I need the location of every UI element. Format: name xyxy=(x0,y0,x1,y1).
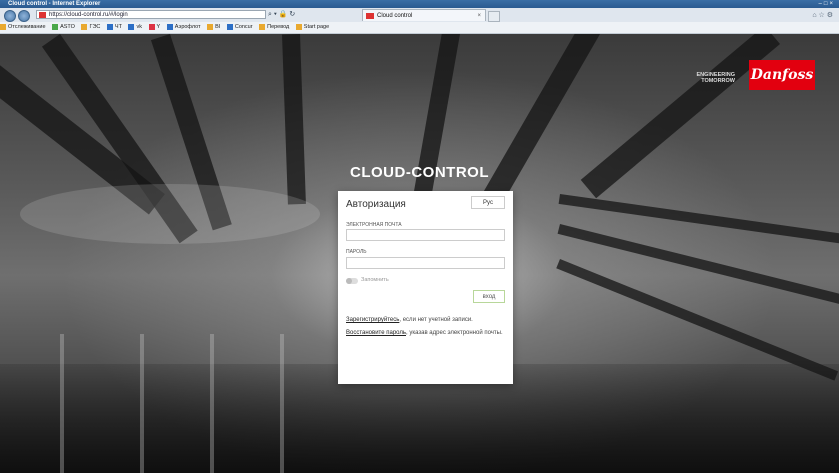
close-tab-icon[interactable]: × xyxy=(477,10,481,22)
favorites-item[interactable]: Отслеживание xyxy=(0,22,46,33)
background-post xyxy=(280,334,284,473)
favorites-item[interactable]: ГЭС xyxy=(81,22,100,33)
forward-icon[interactable] xyxy=(18,10,30,22)
danfoss-logo: Danfoss xyxy=(749,60,815,90)
browser-tab[interactable]: Cloud control × xyxy=(362,9,486,21)
favorites-item[interactable]: ЧТ xyxy=(106,22,122,33)
address-row: https://cloud-control.ru/#/login ⌕ ▾ 🔒 ↻… xyxy=(0,8,839,23)
tab-favicon-icon xyxy=(366,13,374,19)
restore-password-link[interactable]: Восстановите пароль xyxy=(346,330,406,336)
favorites-item[interactable]: Аэрофлот xyxy=(166,22,201,33)
background-beam xyxy=(411,34,460,212)
toolbar-icons[interactable]: ⌂ ☆ ⚙ xyxy=(812,11,833,19)
favorites-item[interactable]: Перевод xyxy=(259,22,289,33)
bookmark-icon xyxy=(52,23,59,30)
register-text: Зарегистрируйтесь, если нет учетной запи… xyxy=(346,317,506,324)
password-field[interactable] xyxy=(346,257,505,269)
favorites-item[interactable]: Start page xyxy=(295,22,329,33)
bookmark-icon xyxy=(106,23,113,30)
favorites-item[interactable]: ASTO xyxy=(52,22,75,33)
window-controls[interactable]: –□× xyxy=(819,0,835,8)
new-tab-button[interactable] xyxy=(488,11,500,22)
address-tools[interactable]: ⌕ ▾ 🔒 ↻ xyxy=(268,10,295,19)
favorites-item[interactable]: Y xyxy=(148,22,160,33)
address-text: https://cloud-control.ru/#/login xyxy=(49,12,128,18)
bookmark-icon xyxy=(166,23,173,30)
favicon-icon xyxy=(39,12,46,18)
tagline-line-2: TOMORROW xyxy=(701,78,735,84)
background-post xyxy=(140,334,144,473)
background-beam xyxy=(556,259,839,381)
login-card: Авторизация Рус ЭЛЕКТРОННАЯ ПОЧТА ПАРОЛЬ… xyxy=(338,191,513,384)
remember-label: Запомнить xyxy=(361,277,389,283)
bookmark-icon xyxy=(226,23,233,30)
background-post xyxy=(60,334,64,473)
window-titlebar: Cloud control - Internet Explorer –□× xyxy=(0,0,839,8)
remember-toggle[interactable] xyxy=(346,278,358,284)
background-post xyxy=(210,334,214,473)
login-button[interactable]: вход xyxy=(473,290,505,303)
star-icon xyxy=(0,23,6,30)
brand-tagline: ENGINEERING TOMORROW xyxy=(675,72,735,84)
favorites-item[interactable]: Concur xyxy=(226,22,253,33)
restore-text: Восстановите пароль, указав адрес электр… xyxy=(346,330,506,337)
bookmark-icon xyxy=(128,23,135,30)
folder-icon xyxy=(295,23,302,30)
app-title: CLOUD-CONTROL xyxy=(350,164,489,181)
address-bar[interactable]: https://cloud-control.ru/#/login xyxy=(36,10,266,19)
email-field[interactable] xyxy=(346,229,505,241)
bookmark-icon xyxy=(148,23,155,30)
brand-block: ENGINEERING TOMORROW Danfoss xyxy=(696,60,815,90)
bookmark-icon xyxy=(207,23,214,30)
language-select[interactable]: Рус xyxy=(471,196,505,209)
tab-title: Cloud control xyxy=(377,13,413,19)
favorites-bar: Отслеживание ASTO ГЭС ЧТ vk Y Аэрофлот B… xyxy=(0,22,839,34)
back-icon[interactable] xyxy=(4,10,16,22)
favorites-item[interactable]: BI xyxy=(207,22,220,33)
email-label: ЭЛЕКТРОННАЯ ПОЧТА xyxy=(346,222,402,228)
password-label: ПАРОЛЬ xyxy=(346,249,367,255)
background-ramp xyxy=(20,184,320,244)
bookmark-icon xyxy=(81,23,88,30)
bookmark-icon xyxy=(259,23,266,30)
restore-rest: , указав адрес электронной почты. xyxy=(406,330,503,336)
window-title: Cloud control - Internet Explorer xyxy=(8,1,101,7)
register-rest: , если нет учетной записи. xyxy=(399,317,473,323)
page-background: ENGINEERING TOMORROW Danfoss CLOUD-CONTR… xyxy=(0,34,839,473)
login-heading: Авторизация xyxy=(346,199,406,210)
register-link[interactable]: Зарегистрируйтесь xyxy=(346,317,399,323)
favorites-item[interactable]: vk xyxy=(128,22,142,33)
